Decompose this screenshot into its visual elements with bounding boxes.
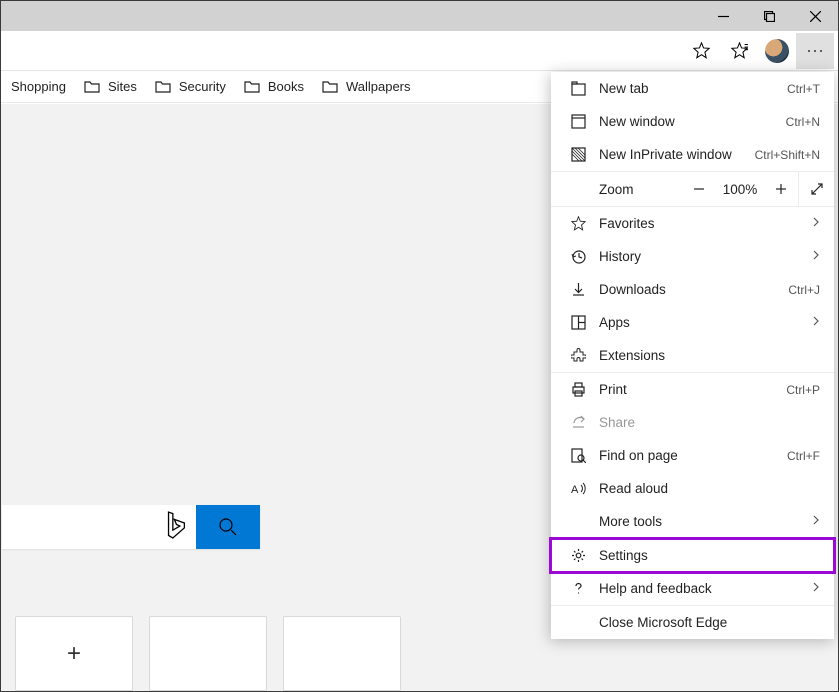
plus-icon: + xyxy=(67,640,81,668)
new-window-icon xyxy=(567,114,589,129)
menu-label: New window xyxy=(599,114,786,129)
menu-item-extensions[interactable]: Extensions xyxy=(551,339,834,372)
menu-item-read-aloud[interactable]: A Read aloud xyxy=(551,472,834,505)
browser-toolbar xyxy=(1,31,838,71)
read-aloud-icon: A xyxy=(567,481,589,496)
menu-shortcut: Ctrl+N xyxy=(786,115,820,129)
speed-dial-row: + xyxy=(15,616,401,691)
bookmark-label: Shopping xyxy=(11,79,66,94)
history-icon xyxy=(567,249,589,264)
menu-item-help[interactable]: Help and feedback xyxy=(551,572,834,605)
extensions-icon xyxy=(567,348,589,363)
more-button[interactable] xyxy=(796,33,834,69)
chevron-right-icon xyxy=(812,581,820,596)
chevron-right-icon xyxy=(812,514,820,529)
bookmark-label: Wallpapers xyxy=(346,79,411,94)
zoom-in-button[interactable] xyxy=(764,183,798,195)
search-button[interactable] xyxy=(196,505,260,549)
menu-item-more-tools[interactable]: More tools xyxy=(551,505,834,538)
bookmark-item[interactable]: Books xyxy=(244,79,304,95)
share-icon xyxy=(567,415,589,430)
menu-label: Help and feedback xyxy=(599,581,812,596)
search-box[interactable] xyxy=(2,505,260,549)
bookmark-item[interactable]: Security xyxy=(155,79,226,95)
fullscreen-button[interactable] xyxy=(798,172,834,206)
menu-item-close-edge[interactable]: Close Microsoft Edge xyxy=(551,606,834,639)
bing-icon xyxy=(164,511,186,544)
speed-dial-tile[interactable] xyxy=(283,616,401,691)
menu-label: Extensions xyxy=(599,348,820,363)
chevron-right-icon xyxy=(812,249,820,264)
folder-icon xyxy=(244,79,260,95)
chevron-right-icon xyxy=(812,216,820,231)
inprivate-icon xyxy=(567,147,589,162)
menu-label: Favorites xyxy=(599,216,812,231)
menu-label: Find on page xyxy=(599,448,787,463)
zoom-out-button[interactable] xyxy=(682,183,716,195)
zoom-value: 100% xyxy=(716,182,764,197)
menu-label: New tab xyxy=(599,81,787,96)
menu-item-settings[interactable]: Settings xyxy=(551,539,834,572)
menu-label: Settings xyxy=(599,548,820,563)
find-icon xyxy=(567,448,589,463)
menu-label: Downloads xyxy=(599,282,788,297)
menu-item-downloads[interactable]: Downloads Ctrl+J xyxy=(551,273,834,306)
bookmark-label: Security xyxy=(179,79,226,94)
menu-shortcut: Ctrl+F xyxy=(787,449,820,463)
chevron-right-icon xyxy=(812,315,820,330)
bookmark-item[interactable]: Shopping xyxy=(11,79,66,94)
menu-label: New InPrivate window xyxy=(599,147,755,162)
print-icon xyxy=(567,382,589,397)
bookmark-label: Books xyxy=(268,79,304,94)
profile-avatar[interactable] xyxy=(758,33,796,69)
menu-item-new-window[interactable]: New window Ctrl+N xyxy=(551,105,834,138)
menu-label: Share xyxy=(599,415,820,430)
star-icon[interactable] xyxy=(682,33,720,69)
download-icon xyxy=(567,282,589,297)
menu-label: History xyxy=(599,249,812,264)
help-icon xyxy=(567,581,589,596)
minimize-button[interactable] xyxy=(700,1,746,31)
folder-icon xyxy=(322,79,338,95)
new-tab-icon xyxy=(567,81,589,96)
menu-item-share: Share xyxy=(551,406,834,439)
speed-dial-tile[interactable] xyxy=(149,616,267,691)
menu-label: More tools xyxy=(599,514,812,529)
folder-icon xyxy=(155,79,171,95)
close-button[interactable] xyxy=(792,1,838,31)
svg-text:A: A xyxy=(571,484,579,496)
menu-item-new-inprivate[interactable]: New InPrivate window Ctrl+Shift+N xyxy=(551,138,834,171)
bookmark-item[interactable]: Wallpapers xyxy=(322,79,411,95)
more-menu: New tab Ctrl+T New window Ctrl+N New InP… xyxy=(551,72,834,639)
menu-item-new-tab[interactable]: New tab Ctrl+T xyxy=(551,72,834,105)
menu-item-find[interactable]: Find on page Ctrl+F xyxy=(551,439,834,472)
zoom-row: Zoom 100% xyxy=(551,171,834,207)
window-titlebar xyxy=(1,1,838,31)
menu-label: Close Microsoft Edge xyxy=(599,615,820,630)
add-tile-button[interactable]: + xyxy=(15,616,133,691)
menu-shortcut: Ctrl+T xyxy=(787,82,820,96)
menu-shortcut: Ctrl+P xyxy=(786,383,820,397)
menu-label: Print xyxy=(599,382,786,397)
gear-icon xyxy=(567,548,589,563)
star-icon xyxy=(567,216,589,231)
menu-shortcut: Ctrl+Shift+N xyxy=(755,148,820,162)
menu-label: Read aloud xyxy=(599,481,820,496)
apps-icon xyxy=(567,315,589,330)
menu-shortcut: Ctrl+J xyxy=(788,283,820,297)
bookmark-label: Sites xyxy=(108,79,137,94)
zoom-label: Zoom xyxy=(599,182,682,197)
menu-item-favorites[interactable]: Favorites xyxy=(551,207,834,240)
favorites-star-icon[interactable] xyxy=(720,33,758,69)
menu-item-apps[interactable]: Apps xyxy=(551,306,834,339)
maximize-button[interactable] xyxy=(746,1,792,31)
folder-icon xyxy=(84,79,100,95)
bookmark-item[interactable]: Sites xyxy=(84,79,137,95)
menu-label: Apps xyxy=(599,315,812,330)
menu-item-print[interactable]: Print Ctrl+P xyxy=(551,373,834,406)
menu-item-history[interactable]: History xyxy=(551,240,834,273)
